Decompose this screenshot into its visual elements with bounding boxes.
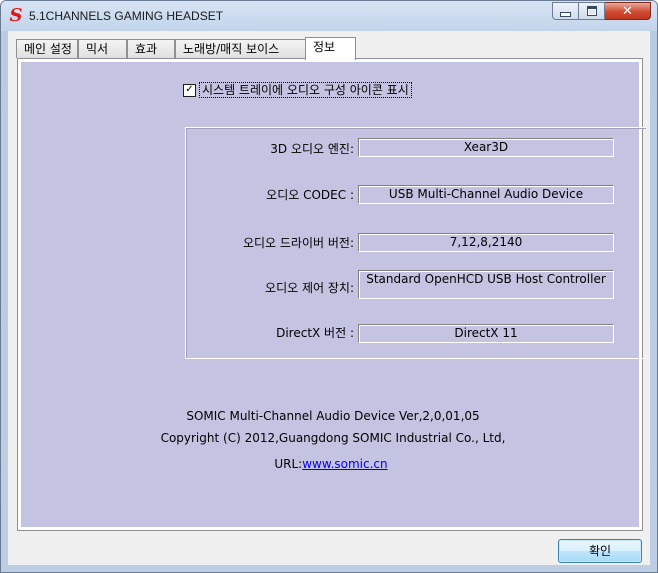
- close-icon: ✕: [622, 3, 633, 19]
- url-line: URL:www.somic.cn: [191, 457, 471, 471]
- app-logo-icon: S: [9, 5, 23, 26]
- copyright-text: Copyright (C) 2012,Guangdong SOMIC Indus…: [160, 431, 506, 445]
- window-title: 5.1CHANNELS GAMING HEADSET: [29, 9, 224, 23]
- tab-content: ✓ 시스템 트레이에 오디오 구성 아이콘 표시 3D 오디오 엔진: Xear…: [17, 58, 646, 531]
- website-link[interactable]: www.somic.cn: [302, 457, 387, 471]
- close-button[interactable]: ✕: [605, 2, 651, 20]
- maximize-button[interactable]: [579, 2, 605, 20]
- dialog-client-area: 메인 설정 믹서 효과 노래방/매직 보이스 정보 ✓ 시스템 트레이에 오디오…: [8, 31, 650, 565]
- field-label-control-device: 오디오 제어 장치:: [265, 281, 354, 295]
- maximize-icon: [586, 6, 597, 16]
- ok-button[interactable]: 확인: [558, 539, 642, 563]
- tab-info[interactable]: 정보: [305, 37, 356, 60]
- tray-icon-checkbox-label[interactable]: 시스템 트레이에 오디오 구성 아이콘 표시: [199, 82, 412, 98]
- tray-icon-checkbox[interactable]: ✓: [183, 83, 196, 97]
- url-label: URL:: [274, 457, 303, 471]
- field-value-3d-engine: Xear3D: [358, 138, 614, 157]
- field-label-directx-version: DirectX 버전 :: [276, 326, 354, 340]
- tab-karaoke-magic-voice[interactable]: 노래방/매직 보이스: [175, 39, 306, 58]
- tab-mixer[interactable]: 믹서: [78, 39, 127, 58]
- minimize-icon: [560, 11, 571, 17]
- field-value-control-device: Standard OpenHCD USB Host Controller: [358, 270, 614, 299]
- title-bar[interactable]: S 5.1CHANNELS GAMING HEADSET ✕: [1, 1, 657, 31]
- field-value-codec: USB Multi-Channel Audio Device: [358, 185, 614, 204]
- device-info-group: 3D 오디오 엔진: Xear3D 오디오 CODEC : USB Multi-…: [185, 127, 646, 359]
- field-value-driver-version: 7,12,8,2140: [358, 233, 614, 252]
- field-label-3d-engine: 3D 오디오 엔진:: [270, 142, 354, 156]
- field-label-codec: 오디오 CODEC :: [266, 188, 354, 202]
- app-window: S 5.1CHANNELS GAMING HEADSET ✕ 메인 설정 믹서 …: [0, 0, 658, 573]
- tab-effects[interactable]: 효과: [127, 39, 175, 58]
- caption-buttons: ✕: [552, 2, 651, 22]
- tab-main-settings[interactable]: 메인 설정: [16, 39, 78, 58]
- minimize-button[interactable]: [552, 2, 579, 20]
- tray-icon-option[interactable]: ✓ 시스템 트레이에 오디오 구성 아이콘 표시: [183, 82, 412, 98]
- info-panel: ✓ 시스템 트레이에 오디오 구성 아이콘 표시 3D 오디오 엔진: Xear…: [21, 62, 646, 527]
- checkmark-icon: ✓: [185, 84, 194, 95]
- version-text: SOMIC Multi-Channel Audio Device Ver,2,0…: [186, 409, 480, 423]
- field-value-directx-version: DirectX 11: [358, 324, 614, 343]
- field-label-driver-version: 오디오 드라이버 버전:: [242, 236, 354, 250]
